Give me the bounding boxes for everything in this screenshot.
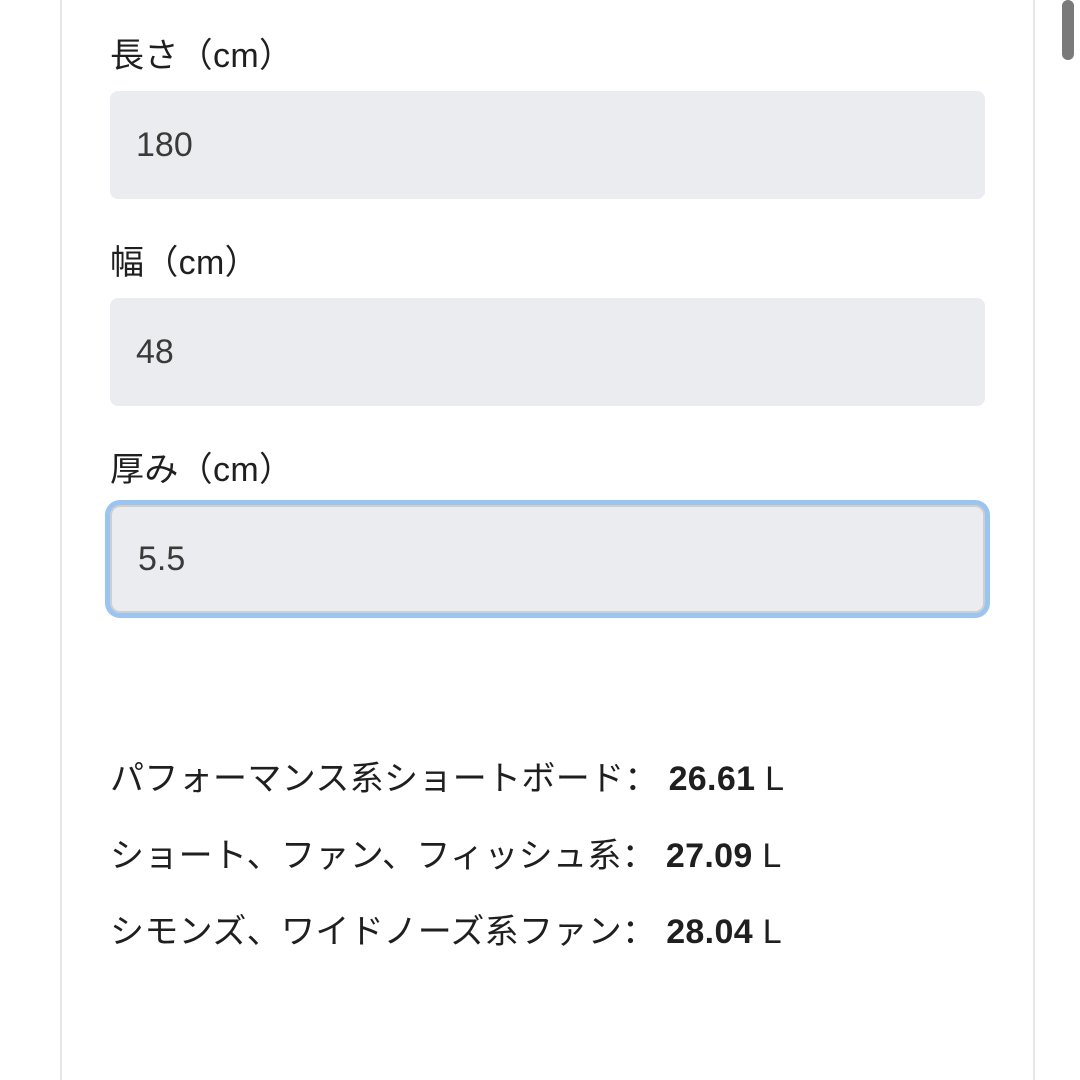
length-field-group: 長さ（cm） [110, 28, 985, 199]
scrollbar-thumb[interactable] [1062, 0, 1074, 60]
result-short-fun-fish-value: 27.09 [666, 837, 753, 875]
length-input[interactable] [110, 91, 985, 199]
result-short-fun-fish-label: ショート、ファン、フィッシュ系： [110, 837, 656, 875]
result-performance-label: パフォーマンス系ショートボード： [110, 760, 659, 798]
results-section: パフォーマンス系ショートボード： 26.61 L ショート、ファン、フィッシュ系… [110, 741, 985, 971]
result-performance-value: 26.61 [669, 760, 756, 798]
result-simmons-wide-label: シモンズ、ワイドノーズ系ファン： [110, 913, 656, 951]
result-short-fun-fish-unit: L [753, 837, 782, 875]
result-performance-unit: L [755, 760, 784, 798]
form-panel: 長さ（cm） 幅（cm） 厚み（cm） パフォーマンス系ショートボード： 26.… [60, 0, 1035, 1080]
width-input[interactable] [110, 298, 985, 406]
thickness-label: 厚み（cm） [110, 442, 985, 491]
scrollbar-track[interactable] [1058, 0, 1080, 1080]
result-short-fun-fish: ショート、ファン、フィッシュ系： 27.09 L [110, 818, 985, 895]
result-simmons-wide-value: 28.04 [666, 913, 753, 951]
thickness-input[interactable] [110, 505, 985, 613]
width-label: 幅（cm） [110, 235, 985, 284]
result-simmons-wide-unit: L [753, 913, 782, 951]
result-performance: パフォーマンス系ショートボード： 26.61 L [110, 741, 985, 818]
thickness-field-group: 厚み（cm） [110, 442, 985, 613]
length-label: 長さ（cm） [110, 28, 985, 77]
width-field-group: 幅（cm） [110, 235, 985, 406]
result-simmons-wide: シモンズ、ワイドノーズ系ファン： 28.04 L [110, 894, 985, 971]
